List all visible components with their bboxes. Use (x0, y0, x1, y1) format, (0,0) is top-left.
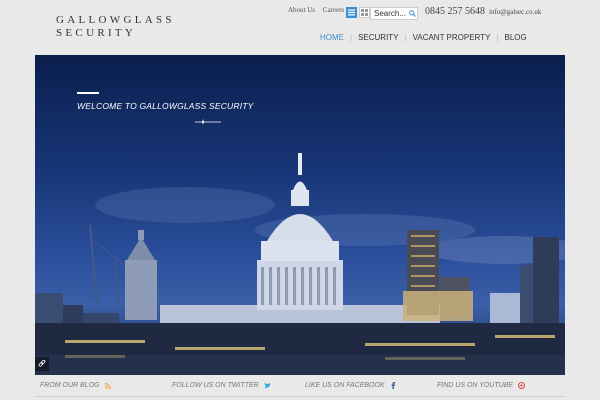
site-logo[interactable]: GALLOWGLASS SECURITY (56, 14, 186, 40)
list-view-button[interactable] (346, 7, 357, 18)
youtube-link-label: FIND US ON YOUTUBE (437, 382, 514, 389)
youtube-link[interactable]: FIND US ON YOUTUBE (437, 382, 526, 389)
top-links: About Us Careers (288, 6, 350, 20)
facebook-link-label: LIKE US ON FACEBOOK (305, 382, 385, 389)
hero-title: WELCOME TO GALLOWGLASS SECURITY (77, 101, 254, 111)
hero-accent-line (77, 92, 99, 94)
phone-number: 0845 257 5648 (425, 6, 485, 17)
nav-separator: | (350, 33, 353, 42)
view-toggle (346, 7, 370, 18)
nav-separator: | (496, 33, 499, 42)
facebook-icon (390, 382, 397, 389)
logo-line-1: GALLOWGLASS (56, 14, 175, 26)
twitter-icon (264, 382, 271, 389)
twitter-link[interactable]: FOLLOW US ON TWITTER (172, 382, 271, 389)
list-view-icon (348, 9, 355, 16)
grid-view-button[interactable] (359, 7, 370, 18)
grid-view-icon (361, 9, 368, 16)
logo-line-2: SECURITY (56, 27, 137, 39)
about-us-link[interactable]: About Us (288, 6, 315, 14)
nav-item-vacant-property[interactable]: VACANT PROPERTY (413, 33, 491, 42)
nav-item-security[interactable]: SECURITY (358, 33, 398, 42)
rss-icon (105, 382, 112, 389)
footer-divider (35, 396, 565, 397)
youtube-icon (518, 382, 526, 389)
nav-item-blog[interactable]: BLOG (504, 33, 526, 42)
email-link[interactable]: info@galsec.co.uk (489, 8, 541, 16)
blog-link[interactable]: FROM OUR BLOG (40, 382, 112, 389)
blog-link-label: FROM OUR BLOG (40, 382, 100, 389)
search-input[interactable] (371, 8, 407, 19)
search-icon[interactable] (407, 8, 417, 19)
careers-link[interactable]: Careers (323, 6, 344, 14)
nav-separator: | (404, 33, 407, 42)
hero-ornament-icon (195, 119, 221, 125)
social-footer: FROM OUR BLOG FOLLOW US ON TWITTER LIKE … (0, 381, 600, 400)
link-icon[interactable] (35, 357, 49, 371)
hero-slider: WELCOME TO GALLOWGLASS SECURITY (35, 55, 565, 375)
main-nav: HOME | SECURITY | VACANT PROPERTY | BLOG (320, 33, 527, 42)
facebook-link[interactable]: LIKE US ON FACEBOOK (305, 382, 397, 389)
nav-item-home[interactable]: HOME (320, 33, 344, 42)
search-box (370, 7, 418, 20)
twitter-link-label: FOLLOW US ON TWITTER (172, 382, 259, 389)
